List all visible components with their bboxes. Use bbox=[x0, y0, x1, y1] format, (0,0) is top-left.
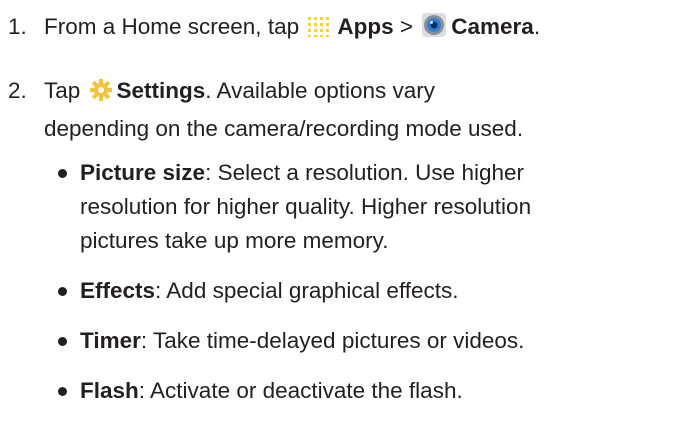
bullet-line: Picture size: Select a resolution. Use h… bbox=[80, 156, 531, 190]
bullet-term: Flash bbox=[80, 378, 139, 403]
step-2: 2. Tap Settings. Available options vary … bbox=[8, 74, 678, 142]
apps-label: Apps bbox=[337, 14, 394, 39]
bullet-picture-size: Picture size: Select a resolution. Use h… bbox=[58, 156, 668, 258]
camera-label: Camera bbox=[451, 14, 534, 39]
step-2-text-line-1: . Available options vary bbox=[205, 78, 436, 103]
bullet-term: Timer bbox=[80, 328, 141, 353]
step-number: 1. bbox=[8, 14, 27, 39]
bullet-flash: Flash: Activate or deactivate the flash. bbox=[58, 374, 668, 408]
step-text: Tap Settings. Available options vary dep… bbox=[44, 74, 523, 146]
bullet-desc: : Select a resolution. Use higher bbox=[205, 160, 524, 185]
bullet-text: Flash: Activate or deactivate the flash. bbox=[80, 374, 463, 408]
bullet-dot bbox=[58, 337, 67, 346]
bullet-desc: : Activate or deactivate the flash. bbox=[138, 378, 463, 403]
separator: > bbox=[393, 14, 420, 39]
gear-icon bbox=[89, 78, 113, 112]
bullet-effects: Effects: Add special graphical effects. bbox=[58, 274, 668, 308]
bullet-text: Effects: Add special graphical effects. bbox=[80, 274, 459, 308]
step-text: From a Home screen, tap Apps > Camera. bbox=[44, 10, 540, 48]
step-1-suffix: . bbox=[533, 14, 541, 39]
step-2-prefix: Tap bbox=[44, 78, 87, 103]
bullet-term: Picture size bbox=[80, 160, 206, 185]
step-2-line-2: depending on the camera/recording mode u… bbox=[44, 116, 524, 141]
bullet-text: Timer: Take time-delayed pictures or vid… bbox=[80, 324, 524, 358]
step-1-prefix: From a Home screen, tap bbox=[44, 14, 306, 39]
bullet-text: Picture size: Select a resolution. Use h… bbox=[80, 156, 531, 258]
bullet-timer: Timer: Take time-delayed pictures or vid… bbox=[58, 324, 668, 358]
bullet-desc: : Take time-delayed pictures or videos. bbox=[140, 328, 525, 353]
bullet-dot bbox=[58, 169, 67, 178]
step-1: 1. From a Home screen, tap Apps > Camera… bbox=[8, 10, 678, 44]
bullet-term: Effects bbox=[80, 278, 156, 303]
bullet-line: pictures take up more memory. bbox=[80, 228, 389, 253]
step-2-line-1: Tap Settings. Available options vary bbox=[44, 74, 523, 112]
apps-grid-icon bbox=[307, 14, 333, 48]
bullet-dot bbox=[58, 287, 67, 296]
step-number: 2. bbox=[8, 78, 27, 103]
settings-label: Settings bbox=[116, 78, 206, 103]
bullet-desc: : Add special graphical effects. bbox=[155, 278, 459, 303]
camera-icon bbox=[421, 12, 447, 48]
bullet-line: resolution for higher quality. Higher re… bbox=[80, 194, 532, 219]
bullet-dot bbox=[58, 387, 67, 396]
